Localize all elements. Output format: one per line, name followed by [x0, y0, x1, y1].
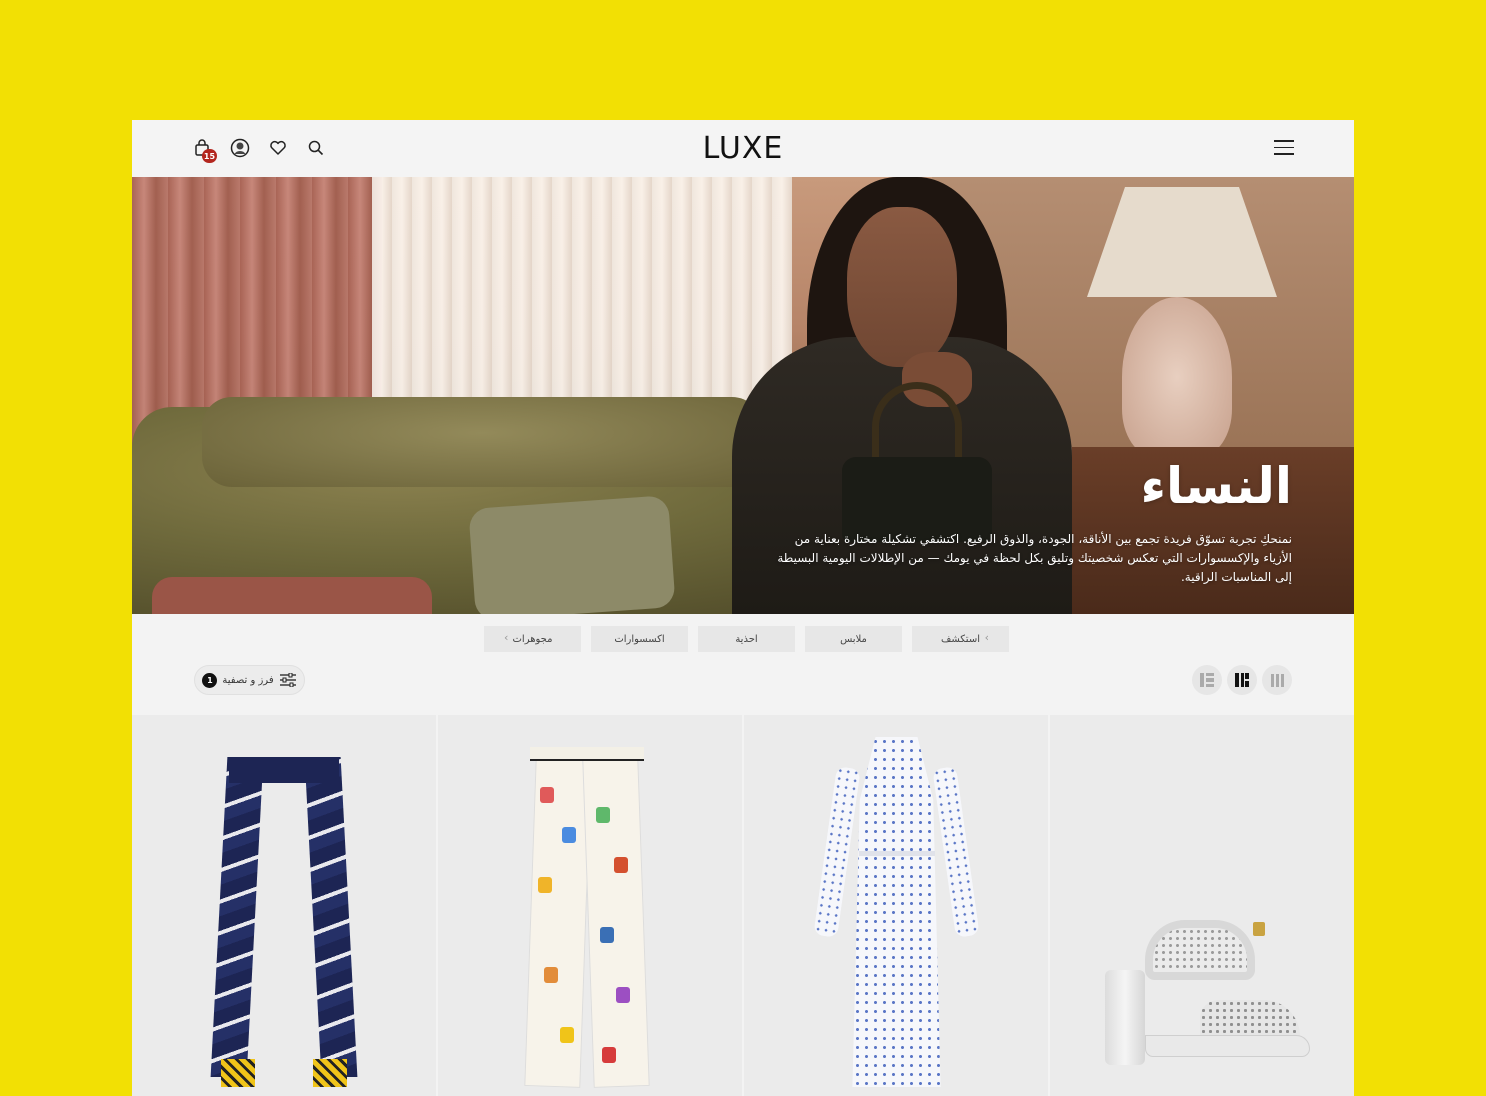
product-image: [813, 737, 980, 1087]
tab-accessories[interactable]: اكسسوارات: [591, 626, 688, 652]
grid-view-toggles: [1192, 665, 1292, 695]
sliders-icon: [279, 673, 296, 687]
chevron-right-icon: ‹: [984, 631, 989, 644]
hero-banner: النساء نمنحكِ تجربة تسوّق فريدة تجمع بين…: [132, 177, 1354, 614]
tab-shoes[interactable]: احذية: [698, 626, 795, 652]
menu-button[interactable]: [1274, 140, 1294, 156]
tab-jewelry[interactable]: ‹ مجوهرات: [484, 626, 581, 652]
grid-mixed-icon: [1200, 673, 1214, 687]
product-image: [1105, 920, 1310, 1070]
chevron-left-icon: ‹: [504, 631, 509, 644]
category-tabs: ‹ مجوهرات اكسسوارات احذية ملابس استكشف ‹: [484, 626, 1009, 652]
site-logo[interactable]: LUXE: [132, 131, 1354, 166]
product-card[interactable]: [744, 715, 1048, 1096]
product-card[interactable]: [438, 715, 742, 1096]
menu-icon: [1274, 140, 1294, 142]
filter-count-badge: 1: [202, 672, 218, 688]
tab-clothing[interactable]: ملابس: [805, 626, 902, 652]
view-columns-button[interactable]: [1262, 665, 1292, 695]
product-image: [524, 747, 650, 1088]
view-compact-button[interactable]: [1227, 665, 1257, 695]
sort-filter-button[interactable]: 1 فرز و تصفية: [194, 665, 305, 695]
product-card[interactable]: [1050, 715, 1354, 1096]
view-mixed-button[interactable]: [1192, 665, 1222, 695]
product-image: [210, 757, 358, 1087]
grid-compact-icon: [1235, 673, 1249, 687]
hero-title: النساء: [1140, 457, 1292, 515]
hero-description: نمنحكِ تجربة تسوّق فريدة تجمع بين الأناق…: [777, 532, 1292, 584]
product-grid: [132, 715, 1354, 1096]
site-header: 15 LUXE: [132, 120, 1354, 177]
product-card[interactable]: [132, 715, 436, 1096]
columns-icon: [1270, 673, 1274, 687]
sort-filter-label: فرز و تصفية: [222, 674, 274, 686]
tab-explore[interactable]: استكشف ‹: [912, 626, 1009, 652]
browser-page: 15 LUXE النساء نمنحكِ تجربة تسوّق فريدة …: [132, 120, 1354, 1096]
